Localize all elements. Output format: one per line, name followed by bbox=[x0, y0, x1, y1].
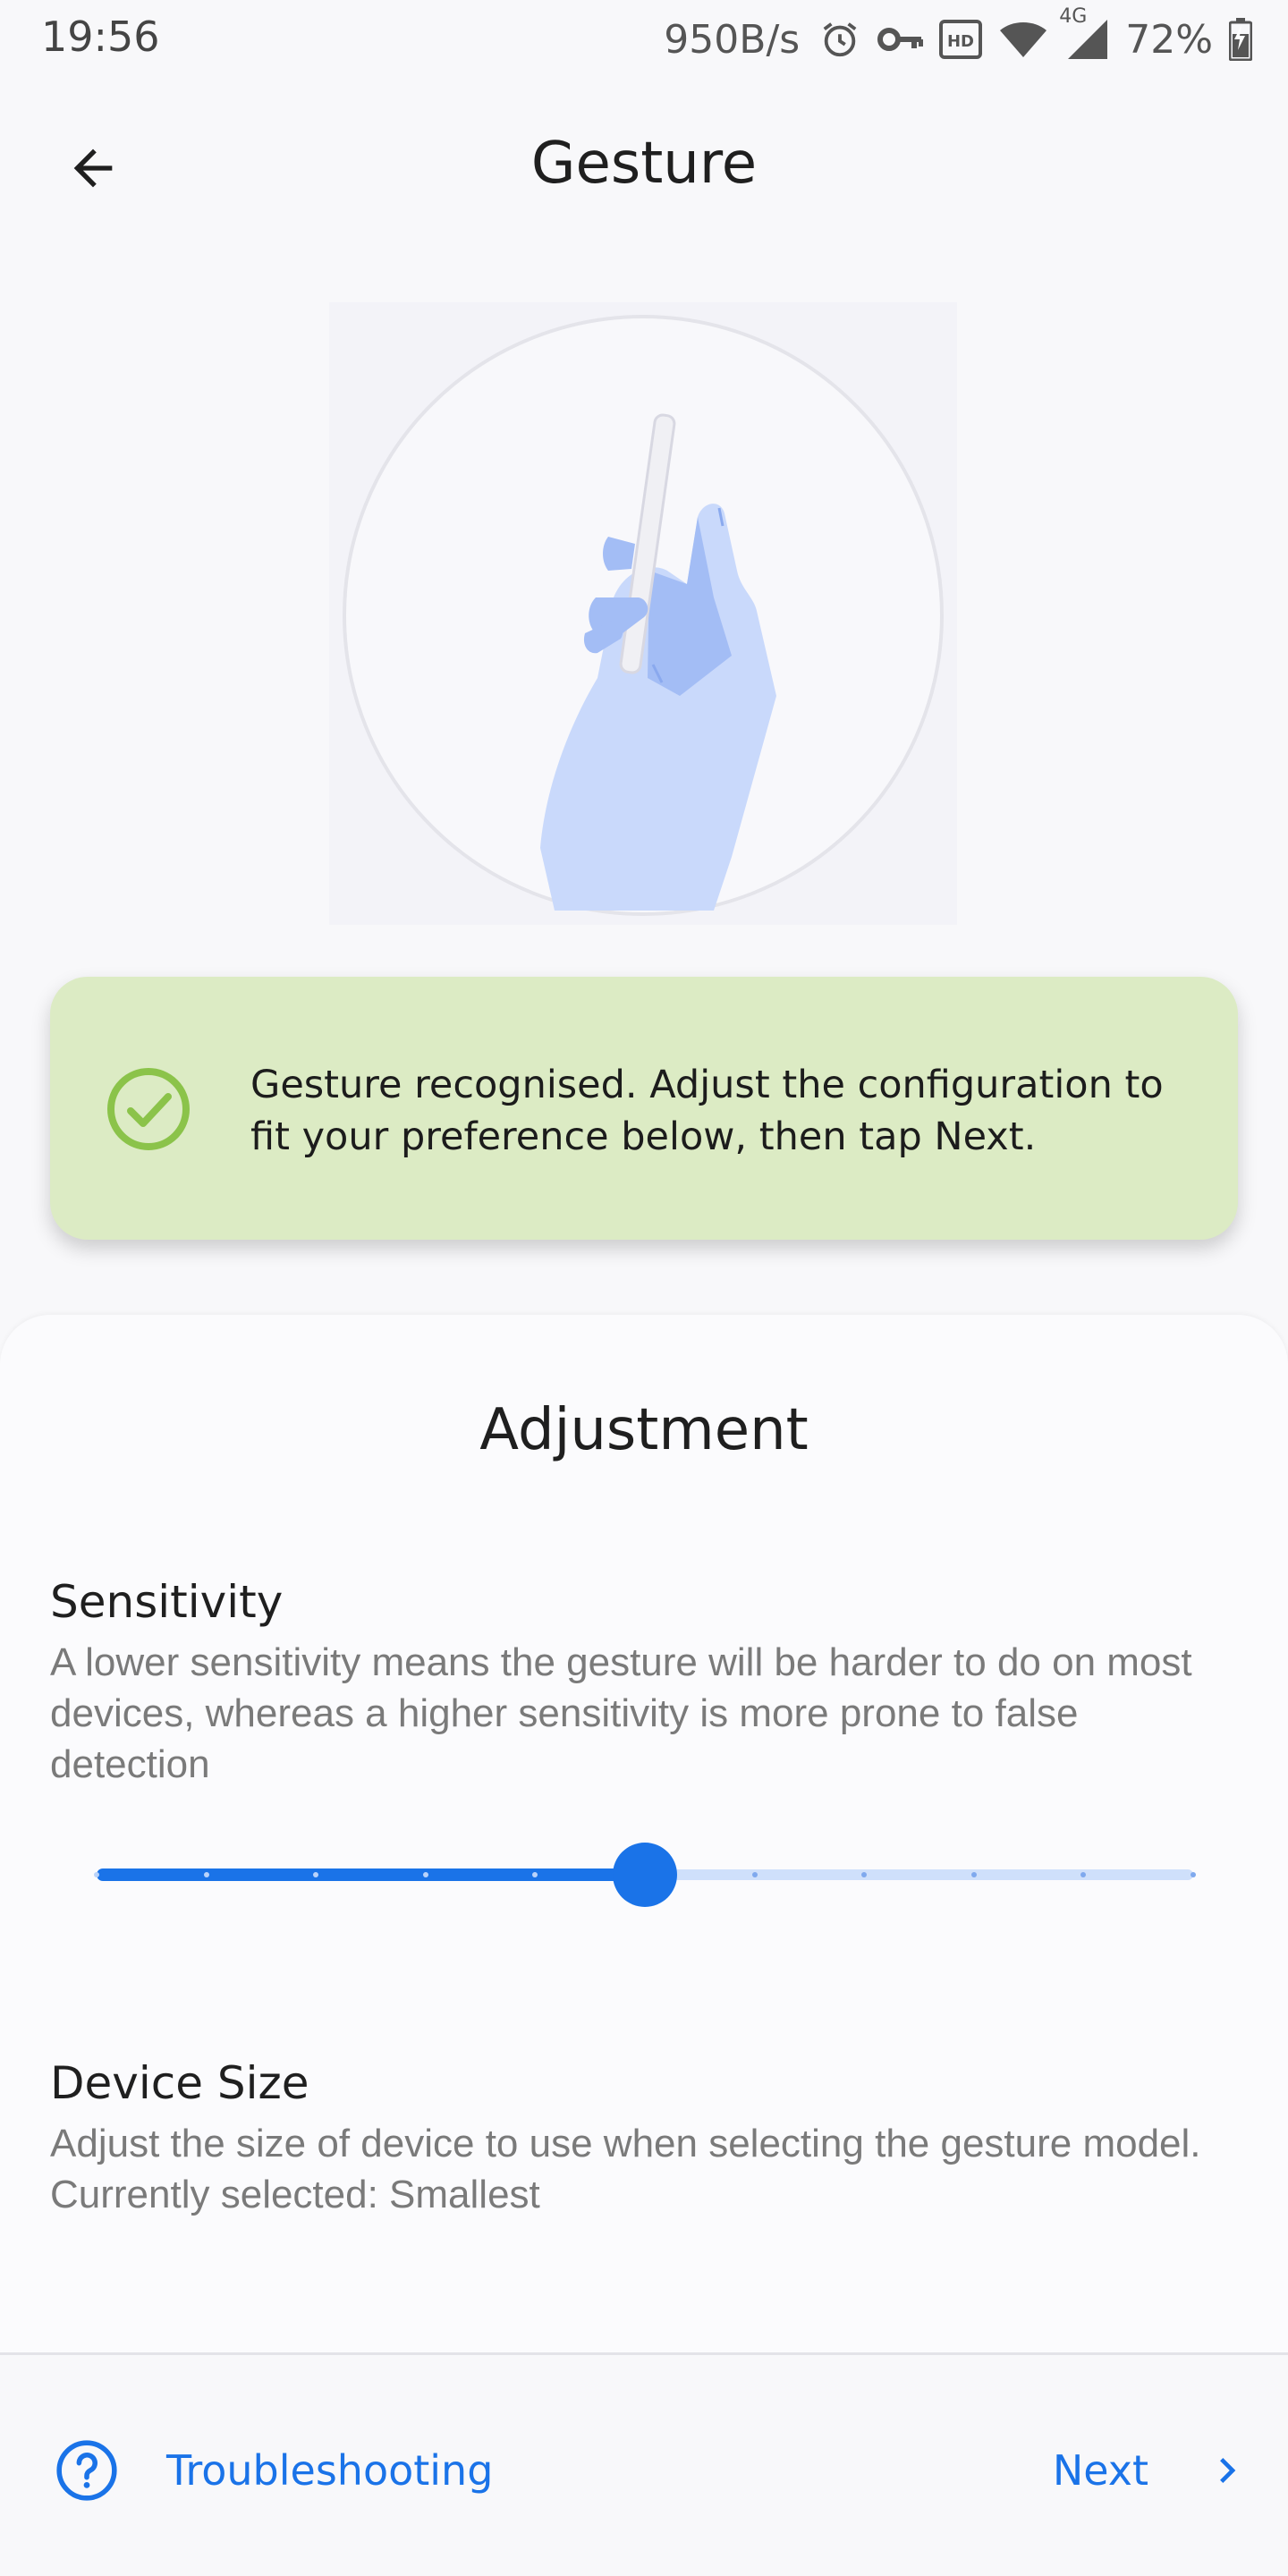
slider-tick bbox=[94, 1872, 99, 1877]
slider-tick bbox=[970, 1872, 977, 1877]
page-title: Gesture bbox=[530, 131, 758, 197]
status-time: 19:56 bbox=[41, 13, 160, 61]
slider-tick bbox=[751, 1872, 758, 1877]
next-button[interactable]: Next bbox=[1053, 2430, 1252, 2511]
bottom-bar: Troubleshooting Next bbox=[0, 2355, 1288, 2576]
slider-thumb[interactable] bbox=[613, 1843, 677, 1907]
troubleshooting-button[interactable]: Troubleshooting bbox=[54, 2430, 493, 2511]
device-size-description[interactable]: Adjust the size of device to use when se… bbox=[50, 2118, 1240, 2220]
slider-tick bbox=[1191, 1872, 1196, 1877]
network-type: 4G bbox=[1059, 5, 1088, 28]
slider-tick bbox=[203, 1872, 209, 1877]
help-circle-icon[interactable] bbox=[54, 2437, 120, 2504]
status-icons: 950B/s HD 4G 72% bbox=[664, 5, 1252, 66]
device-size-title[interactable]: Device Size bbox=[50, 2057, 1240, 2109]
wifi-icon bbox=[998, 20, 1048, 59]
vpn-key-icon bbox=[877, 21, 924, 57]
hd-icon: HD bbox=[939, 20, 983, 59]
status-bar: 19:56 950B/s HD 4G 72% bbox=[0, 0, 1288, 79]
battery-percent: 72% bbox=[1125, 16, 1213, 63]
network-speed: 950B/s bbox=[664, 16, 801, 63]
chevron-right-icon[interactable] bbox=[1202, 2445, 1252, 2496]
troubleshooting-label[interactable]: Troubleshooting bbox=[166, 2446, 493, 2495]
sensitivity-slider[interactable] bbox=[94, 1843, 1196, 1907]
sensitivity-title: Sensitivity bbox=[50, 1576, 284, 1628]
adjustment-title: Adjustment bbox=[479, 1397, 809, 1463]
battery-charging-icon bbox=[1229, 18, 1252, 61]
app-bar: Gesture bbox=[0, 79, 1288, 258]
sensitivity-setting: Sensitivity A lower sensitivity means th… bbox=[50, 1576, 1240, 1790]
next-label[interactable]: Next bbox=[1053, 2446, 1148, 2495]
gesture-recognised-message: Gesture recognised. Adjust the configura… bbox=[250, 1063, 1164, 1159]
slider-track-active[interactable] bbox=[97, 1868, 645, 1881]
cell-signal-icon: 4G bbox=[1059, 5, 1109, 61]
check-circle-icon bbox=[107, 1068, 190, 1150]
slider-tick bbox=[422, 1872, 428, 1877]
alarm-icon bbox=[819, 19, 860, 60]
device-size-setting[interactable]: Device Size Adjust the size of device to… bbox=[50, 2057, 1240, 2220]
hand-holding-phone-illustration bbox=[329, 302, 957, 925]
sensitivity-description: A lower sensitivity means the gesture wi… bbox=[50, 1640, 1192, 1786]
svg-text:HD: HD bbox=[947, 32, 974, 51]
gesture-recognised-card: Gesture recognised. Adjust the configura… bbox=[50, 977, 1238, 1240]
